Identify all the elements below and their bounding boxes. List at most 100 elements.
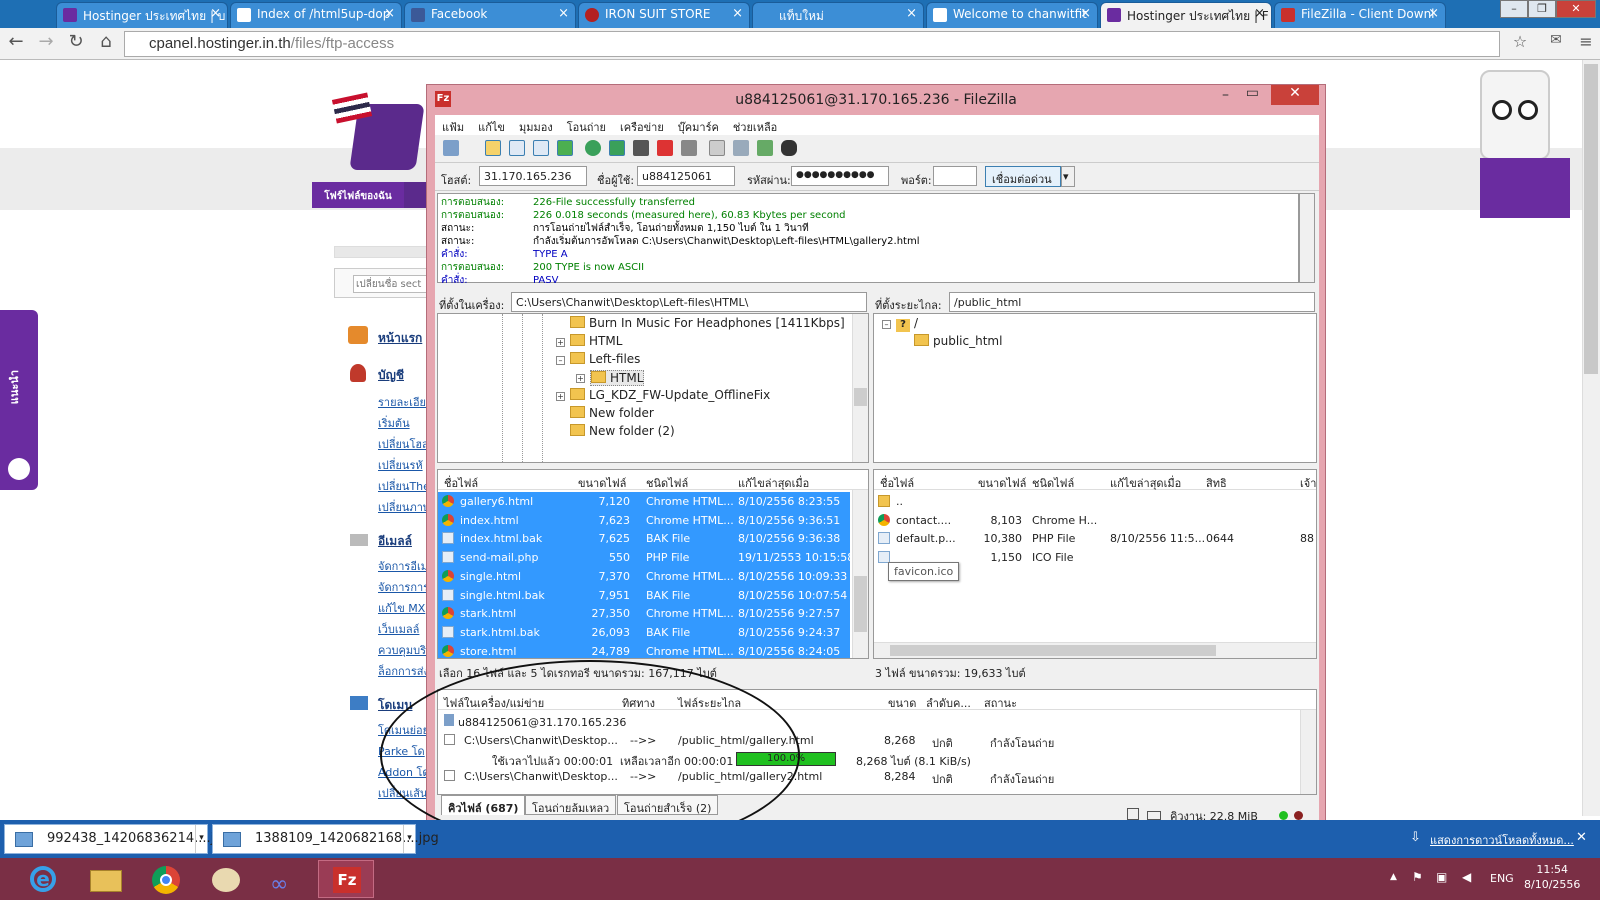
close-icon[interactable]: × [558,6,569,21]
my-profile-button[interactable]: โฟร์ไฟล์ของฉัน [312,182,404,208]
tree-folder[interactable]: public_html [914,334,1002,348]
disconnect-icon[interactable] [657,140,673,156]
horizontal-scrollbar[interactable] [874,642,1316,658]
tree-folder[interactable]: Burn In Music For Headphones [1411Kbps] [570,316,845,330]
bookmark-star-icon[interactable]: ☆ [1508,32,1532,51]
expand-icon[interactable]: + [556,392,565,401]
browser-tab[interactable]: แท็บใหม่ × [752,2,924,28]
column-filetype[interactable]: ชนิดไฟล์ [646,474,688,492]
expand-icon[interactable]: + [576,374,585,383]
close-icon[interactable]: ✕ [1576,830,1587,845]
menu-view[interactable]: มุมมอง [512,115,560,136]
browser-tab[interactable]: Facebook × [404,2,576,28]
file-list-scrollbar[interactable] [852,490,868,658]
sync-browse-icon[interactable] [757,140,773,156]
column-remote-file[interactable]: ไฟล์ระยะไกล [678,694,741,712]
column-filename[interactable]: ชื่อไฟล์ [444,474,478,492]
column-direction[interactable]: ทิศทาง [622,694,655,712]
tab-queued-files[interactable]: คิวไฟล์ (687) [441,795,526,815]
quickconnect-dropdown-icon[interactable]: ▾ [1061,166,1075,187]
email-link[interactable]: ล็อกการส่ง [378,662,428,680]
email-link[interactable]: แก้ไข MX [378,599,428,617]
queue-server[interactable]: u884125061@31.170.165.236 [444,714,626,729]
column-permissions[interactable]: สิทธิ [1206,474,1227,492]
tree-folder[interactable]: New folder [570,406,654,420]
show-all-downloads-link[interactable]: แสดงการดาวน์โหลดทั้งหมด... [1430,831,1574,849]
chevron-down-icon[interactable]: ▾ [403,825,415,853]
menu-edit[interactable]: แก้ไข [471,115,512,136]
tab-successful-transfers[interactable]: โอนถ่ายสำเร็จ (2) [617,795,719,815]
column-owner[interactable]: เจ้า [1300,474,1316,492]
local-file-row[interactable]: single.html.bak 7,951 BAK File 8/10/2556 10… [438,585,850,605]
browser-tab[interactable]: Index of /html5up-dop × [230,2,402,28]
close-icon[interactable]: × [1254,6,1265,21]
network-icon[interactable]: ▣ [1436,870,1447,884]
domain-link[interactable]: เปลี่ยนเส้น [378,784,428,802]
paint-icon[interactable] [198,860,254,898]
browser-tab-active[interactable]: Hostinger ประเทศไทย | F × [1100,2,1272,28]
local-file-row[interactable]: gallery6.html 7,120 Chrome HTML... 8/10/255… [438,492,850,511]
remote-path-input[interactable]: /public_html [949,292,1315,312]
filezilla-taskbar-icon[interactable]: Fz [318,860,374,898]
browser-tab[interactable]: Hostinger ประเทศไทย | บ × [56,2,228,28]
reconnect-icon[interactable] [681,140,697,156]
menu-help[interactable]: ช่วยเหลือ [726,115,784,136]
nav-button[interactable] [404,182,428,208]
column-filesize[interactable]: ขนาดไฟล์ [578,474,626,492]
search-input[interactable] [353,275,427,293]
mail-icon[interactable]: ✉ [1544,32,1568,48]
volume-icon[interactable]: ◀ [1462,870,1471,884]
maximize-icon[interactable]: ▭ [1246,85,1259,101]
expand-icon[interactable]: + [556,338,565,347]
forward-arrow-icon[interactable]: → [34,31,58,52]
collapse-icon[interactable]: – [882,320,891,329]
side-help-tab[interactable]: แนะนำ [0,310,38,490]
log-scrollbar[interactable] [1299,193,1315,283]
domain-link[interactable]: Addon โด [378,763,428,781]
compare-icon[interactable] [733,140,749,156]
browser-tab[interactable]: IRON SUIT STORE × [578,2,750,28]
toggle-log-icon[interactable] [485,140,501,156]
language-indicator[interactable]: ENG [1490,872,1514,885]
local-file-row[interactable]: send-mail.php 550 PHP File 19/11/2553 10:15… [438,548,854,568]
tree-folder[interactable]: LG_KDZ_FW-Update_OfflineFix [570,388,770,402]
column-modified[interactable]: แก้ไขล่าสุดเมื่อ [738,474,809,492]
domain-link[interactable]: โดเมนย่อย [378,721,428,739]
section-home[interactable]: หน้าแรก [378,329,422,348]
tree-folder[interactable]: HTML [570,334,622,348]
minimize-icon[interactable]: – [1500,0,1528,18]
section-email[interactable]: อีเมลล์ [378,532,412,551]
process-queue-icon[interactable] [609,140,625,156]
host-input[interactable]: 31.170.165.236 [479,166,587,186]
email-link[interactable]: เว็บเมลล์ [378,620,428,638]
quickconnect-button[interactable]: เชื่อมต่อด่วน [985,166,1061,187]
page-scrollbar-thumb[interactable] [1584,64,1598,374]
account-link[interactable]: เปลี่ยนรหั [378,456,428,474]
toggle-remote-tree-icon[interactable] [533,140,549,156]
tree-folder-selected[interactable]: HTML [590,370,645,386]
email-link[interactable]: จัดการการ [378,578,428,596]
local-path-input[interactable]: C:\Users\Chanwit\Desktop\Left-files\HTML… [511,292,867,312]
username-input[interactable]: u884125061 [637,166,735,186]
remote-file-row[interactable]: contact.... 8,103 Chrome H... [874,511,1316,530]
action-center-icon[interactable]: ⚑ [1412,870,1423,884]
account-link[interactable]: เปลี่ยนThe [378,477,428,495]
close-icon[interactable]: × [384,6,395,21]
column-local-file[interactable]: ไฟล์ในเครื่อง/แม่ข่าย [444,694,544,712]
download-item[interactable]: 992438_14206836214....jpg ▾ [4,824,231,854]
remote-file-row[interactable]: default.p... 10,380 PHP File 8/10/2556 11:5… [874,529,1316,548]
column-priority[interactable]: ลำดับค... [926,694,971,712]
tree-folder[interactable]: New folder (2) [570,424,675,438]
file-explorer-icon[interactable] [78,860,134,898]
collapse-icon[interactable]: – [556,356,565,365]
local-file-row[interactable]: stark.html.bak 26,093 BAK File 8/10/2556 9:… [438,622,850,642]
account-link[interactable]: เปลี่ยนภาษ [378,498,428,516]
tree-folder[interactable]: Left-files [570,352,640,366]
menu-transfer[interactable]: โอนถ่าย [560,115,613,136]
password-input[interactable]: ●●●●●●●●●● [791,166,889,186]
chevron-down-icon[interactable]: ▾ [195,825,207,853]
close-icon[interactable]: × [906,6,917,21]
domain-link[interactable]: Parke โด [378,742,428,760]
cancel-icon[interactable] [633,140,649,156]
close-window-button[interactable]: ✕ [1556,0,1596,18]
